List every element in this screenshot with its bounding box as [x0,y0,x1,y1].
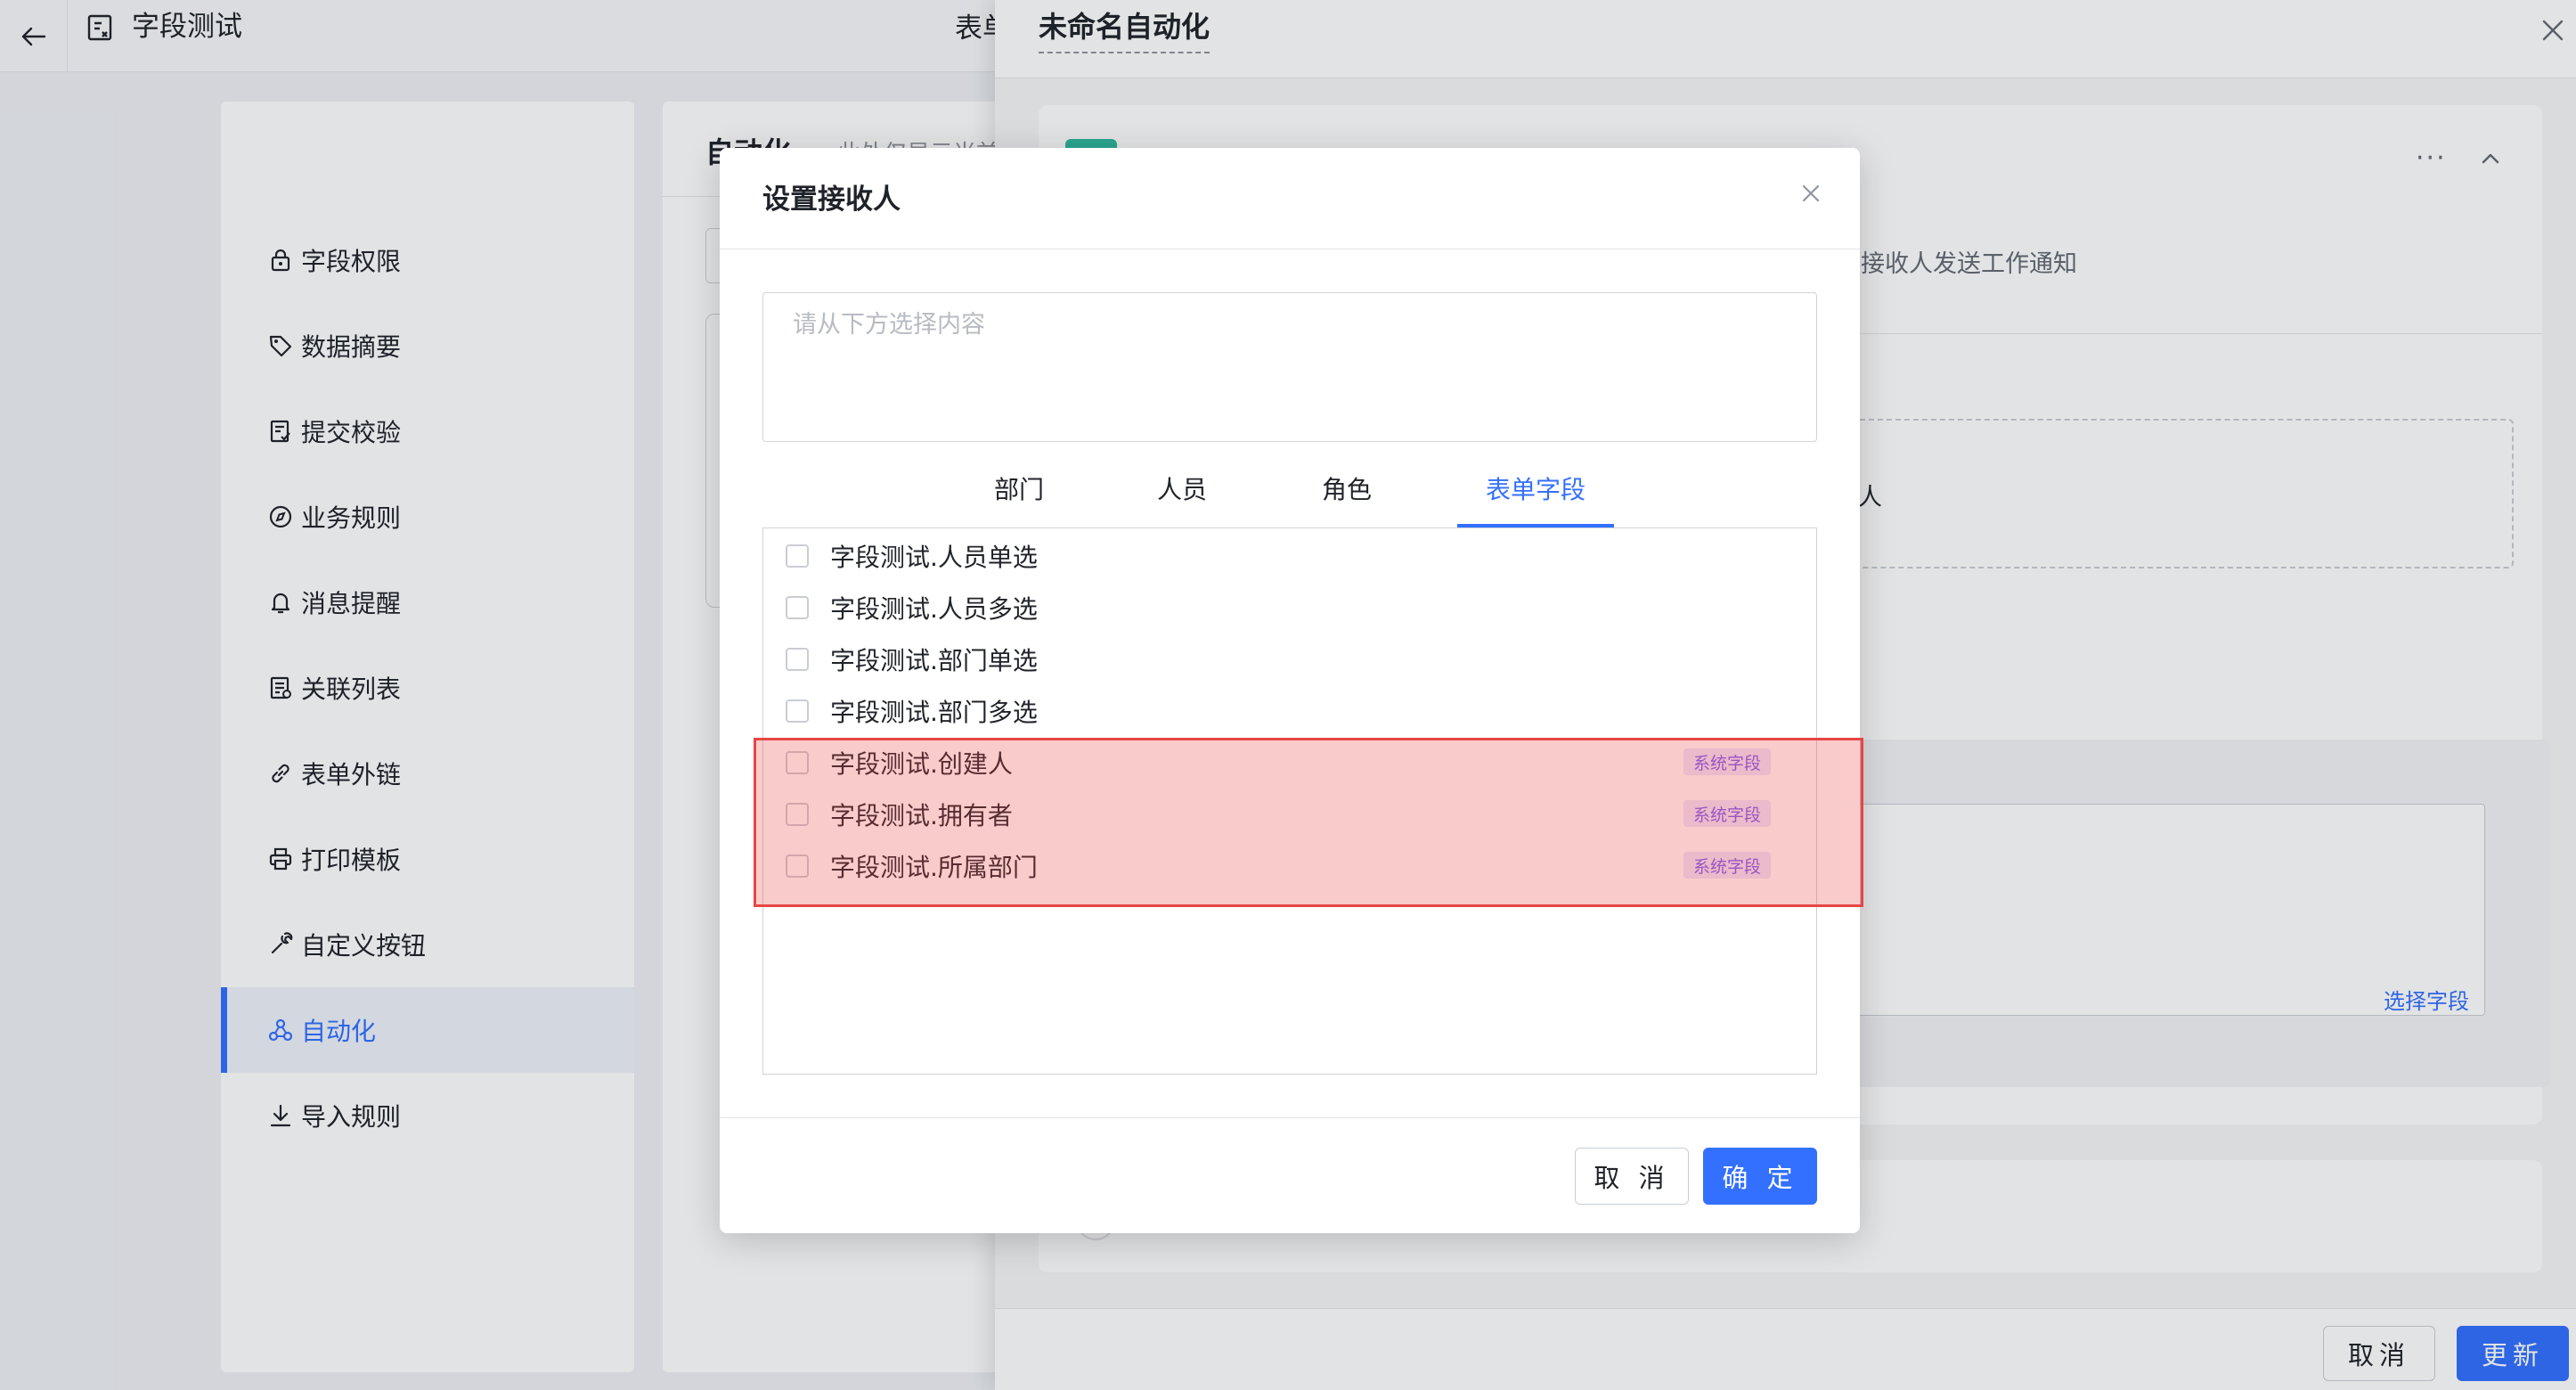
close-icon[interactable] [1797,180,1824,207]
checkbox[interactable] [786,699,809,723]
checkbox[interactable] [786,648,809,671]
list-item-label: 字段测试.人员单选 [830,543,1038,572]
list-item-label: 字段测试.人员多选 [830,594,1038,624]
dialog-title: 设置接收人 [762,184,901,216]
list-item[interactable]: 字段测试.部门多选 [786,693,1038,729]
tab-form-field[interactable]: 表单字段 [1486,472,1586,508]
list-item[interactable]: 字段测试.部门单选 [786,642,1038,677]
list-item-label: 字段测试.部门多选 [830,698,1038,727]
cancel-button[interactable]: 取 消 [1575,1148,1689,1205]
list-item-label: 字段测试.部门单选 [830,646,1038,675]
confirm-button[interactable]: 确 定 [1703,1148,1817,1205]
checkbox[interactable] [786,596,809,619]
divider [720,1117,1860,1118]
selection-placeholder: 请从下方选择内容 [793,311,985,339]
list-item[interactable]: 字段测试.人员多选 [786,590,1038,626]
list-item[interactable]: 字段测试.人员单选 [786,538,1038,574]
tab-department[interactable]: 部门 [994,472,1044,508]
tab-member[interactable]: 人员 [1157,472,1207,508]
tab-role[interactable]: 角色 [1322,472,1372,508]
checkbox[interactable] [786,544,809,568]
highlight-box [754,738,1863,907]
